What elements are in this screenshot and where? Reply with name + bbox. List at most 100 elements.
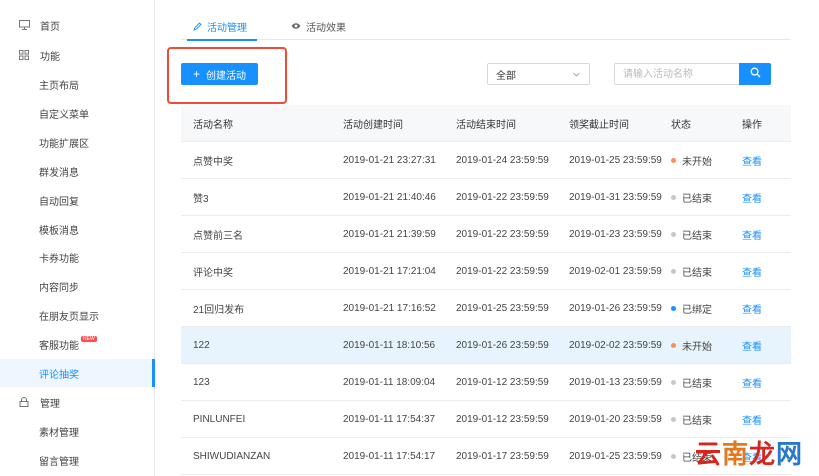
sidebar-item-label: 评论抽奖 (39, 369, 79, 381)
claim-deadline: 2019-01-20 23:59:59 (569, 414, 662, 425)
table-row[interactable]: 赞3 2019-01-21 21:40:46 2019-01-22 23:59:59… (181, 179, 791, 216)
activity-name: 评论中奖 (193, 268, 233, 279)
activity-name: 点赞前三名 (193, 231, 243, 242)
view-link[interactable]: 查看 (742, 412, 762, 427)
edit-icon (193, 21, 202, 31)
status-dot (671, 417, 676, 422)
sidebar-item-label: 自动回复 (39, 196, 79, 208)
status-text: 已结束 (682, 268, 712, 279)
lock-icon (18, 396, 30, 408)
status-dot (671, 454, 676, 459)
create-activity-button[interactable]: + 创建活动 (181, 63, 258, 85)
end-time: 2019-01-22 23:59:59 (456, 192, 549, 203)
sidebar-item-material[interactable]: 素材管理 (0, 419, 155, 443)
status-dot (671, 306, 676, 311)
view-link[interactable]: 查看 (742, 338, 762, 353)
sidebar-section-functions[interactable]: 功能 (0, 43, 155, 67)
status-dot (671, 195, 676, 200)
activity-name: 点赞中奖 (193, 157, 233, 168)
sidebar-item-friend-page[interactable]: 在朋友页显示 (0, 303, 155, 327)
tab-activity-effect[interactable]: 活动效果 (291, 12, 346, 40)
sidebar-item-extension-area[interactable]: 功能扩展区 (0, 130, 155, 154)
status-filter-value: 全部 (496, 70, 516, 82)
status-text: 已结束 (682, 379, 712, 390)
table-row[interactable]: 21回归发布 2019-01-21 17:16:52 2019-01-25 23:5… (181, 290, 791, 327)
view-link[interactable]: 查看 (742, 190, 762, 205)
table-row[interactable]: 点赞前三名 2019-01-21 21:39:59 2019-01-22 23:59… (181, 216, 791, 253)
tab-label: 活动效果 (306, 22, 346, 34)
new-badge: NEW (81, 336, 97, 342)
search-input[interactable] (614, 63, 739, 85)
status-text: 已结束 (682, 231, 712, 242)
sidebar-item-label: 素材管理 (39, 427, 79, 439)
sidebar-item-comment-lottery[interactable]: 评论抽奖 (0, 359, 155, 387)
sidebar-item-coupons[interactable]: 卡券功能 (0, 245, 155, 269)
sidebar-item-custom-menu[interactable]: 自定义菜单 (0, 101, 155, 125)
table-row[interactable]: 评论中奖 2019-01-21 17:21:04 2019-01-22 23:59:… (181, 253, 791, 290)
header-end: 活动结束时间 (456, 120, 516, 131)
sidebar-item-home[interactable]: 首页 (0, 13, 155, 37)
sidebar-item-homepage-layout[interactable]: 主页布局 (0, 72, 155, 96)
status-cell: 已绑定 (671, 290, 712, 327)
op-cell: 查看 (742, 327, 762, 364)
search-icon (750, 67, 761, 81)
op-cell: 查看 (742, 290, 762, 327)
created-time: 2019-01-21 23:27:31 (343, 155, 436, 166)
status-dot (671, 232, 676, 237)
watermark-char: 龙 (749, 439, 777, 470)
watermark-char: 南 (721, 439, 749, 470)
status-dot (671, 343, 676, 348)
claim-deadline: 2019-01-25 23:59:59 (569, 155, 662, 166)
header-created: 活动创建时间 (343, 120, 403, 131)
status-cell: 已结束 (671, 253, 712, 290)
status-text: 未开始 (682, 157, 712, 168)
sidebar-item-customer-service[interactable]: 客服功能 NEW (0, 332, 155, 356)
sidebar-item-label: 在朋友页显示 (39, 311, 99, 323)
view-link[interactable]: 查看 (742, 153, 762, 168)
sidebar-item-broadcast[interactable]: 群发消息 (0, 159, 155, 183)
claim-deadline: 2019-01-25 23:59:59 (569, 451, 662, 462)
view-link[interactable]: 查看 (742, 375, 762, 390)
tab-label: 活动管理 (207, 22, 247, 34)
created-time: 2019-01-11 18:10:56 (343, 340, 436, 351)
table-row[interactable]: 122 2019-01-11 18:10:56 2019-01-26 23:59:5… (181, 327, 791, 364)
end-time: 2019-01-22 23:59:59 (456, 266, 549, 277)
end-time: 2019-01-25 23:59:59 (456, 303, 549, 314)
status-cell: 未开始 (671, 327, 712, 364)
end-time: 2019-01-12 23:59:59 (456, 377, 549, 388)
status-filter-select[interactable]: 全部 (487, 63, 590, 85)
activity-name: PINLUNFEI (193, 414, 246, 425)
sidebar-item-content-sync[interactable]: 内容同步 (0, 274, 155, 298)
plus-icon: + (192, 67, 200, 81)
view-link[interactable]: 查看 (742, 264, 762, 279)
view-link[interactable]: 查看 (742, 301, 762, 316)
view-link[interactable]: 查看 (742, 227, 762, 242)
status-text: 已结束 (682, 416, 712, 427)
sidebar-item-label: 主页布局 (39, 80, 79, 92)
status-cell: 已结束 (671, 179, 712, 216)
claim-deadline: 2019-02-02 23:59:59 (569, 340, 662, 351)
search-button[interactable] (739, 63, 771, 85)
sidebar-section-manage[interactable]: 管理 (0, 390, 155, 414)
sidebar-item-auto-reply[interactable]: 自动回复 (0, 188, 155, 212)
tab-activity-management[interactable]: 活动管理 (187, 12, 257, 41)
status-dot (671, 380, 676, 385)
sidebar-item-comments[interactable]: 留言管理 (0, 448, 155, 472)
sidebar-item-template-message[interactable]: 模板消息 (0, 217, 155, 241)
table-row[interactable]: 123 2019-01-11 18:09:04 2019-01-12 23:59:5… (181, 364, 791, 401)
sidebar-item-label: 群发消息 (39, 167, 79, 179)
created-time: 2019-01-11 18:09:04 (343, 377, 436, 388)
end-time: 2019-01-12 23:59:59 (456, 414, 549, 425)
header-status: 状态 (671, 120, 691, 131)
status-text: 未开始 (682, 342, 712, 353)
op-cell: 查看 (742, 216, 762, 253)
created-time: 2019-01-21 21:39:59 (343, 229, 436, 240)
sidebar-item-label: 首页 (40, 21, 60, 33)
claim-deadline: 2019-01-13 23:59:59 (569, 377, 662, 388)
sidebar: 首页 功能 主页布局 自定义菜单 功能扩展区 群发消息 自动回复 模板消息 卡券… (0, 0, 155, 476)
header-claim: 领奖截止时间 (569, 120, 629, 131)
table-row[interactable]: 点赞中奖 2019-01-21 23:27:31 2019-01-24 23:59:… (181, 142, 791, 179)
activity-name: 123 (193, 377, 210, 388)
created-time: 2019-01-21 21:40:46 (343, 192, 436, 203)
grid-icon (18, 49, 30, 61)
